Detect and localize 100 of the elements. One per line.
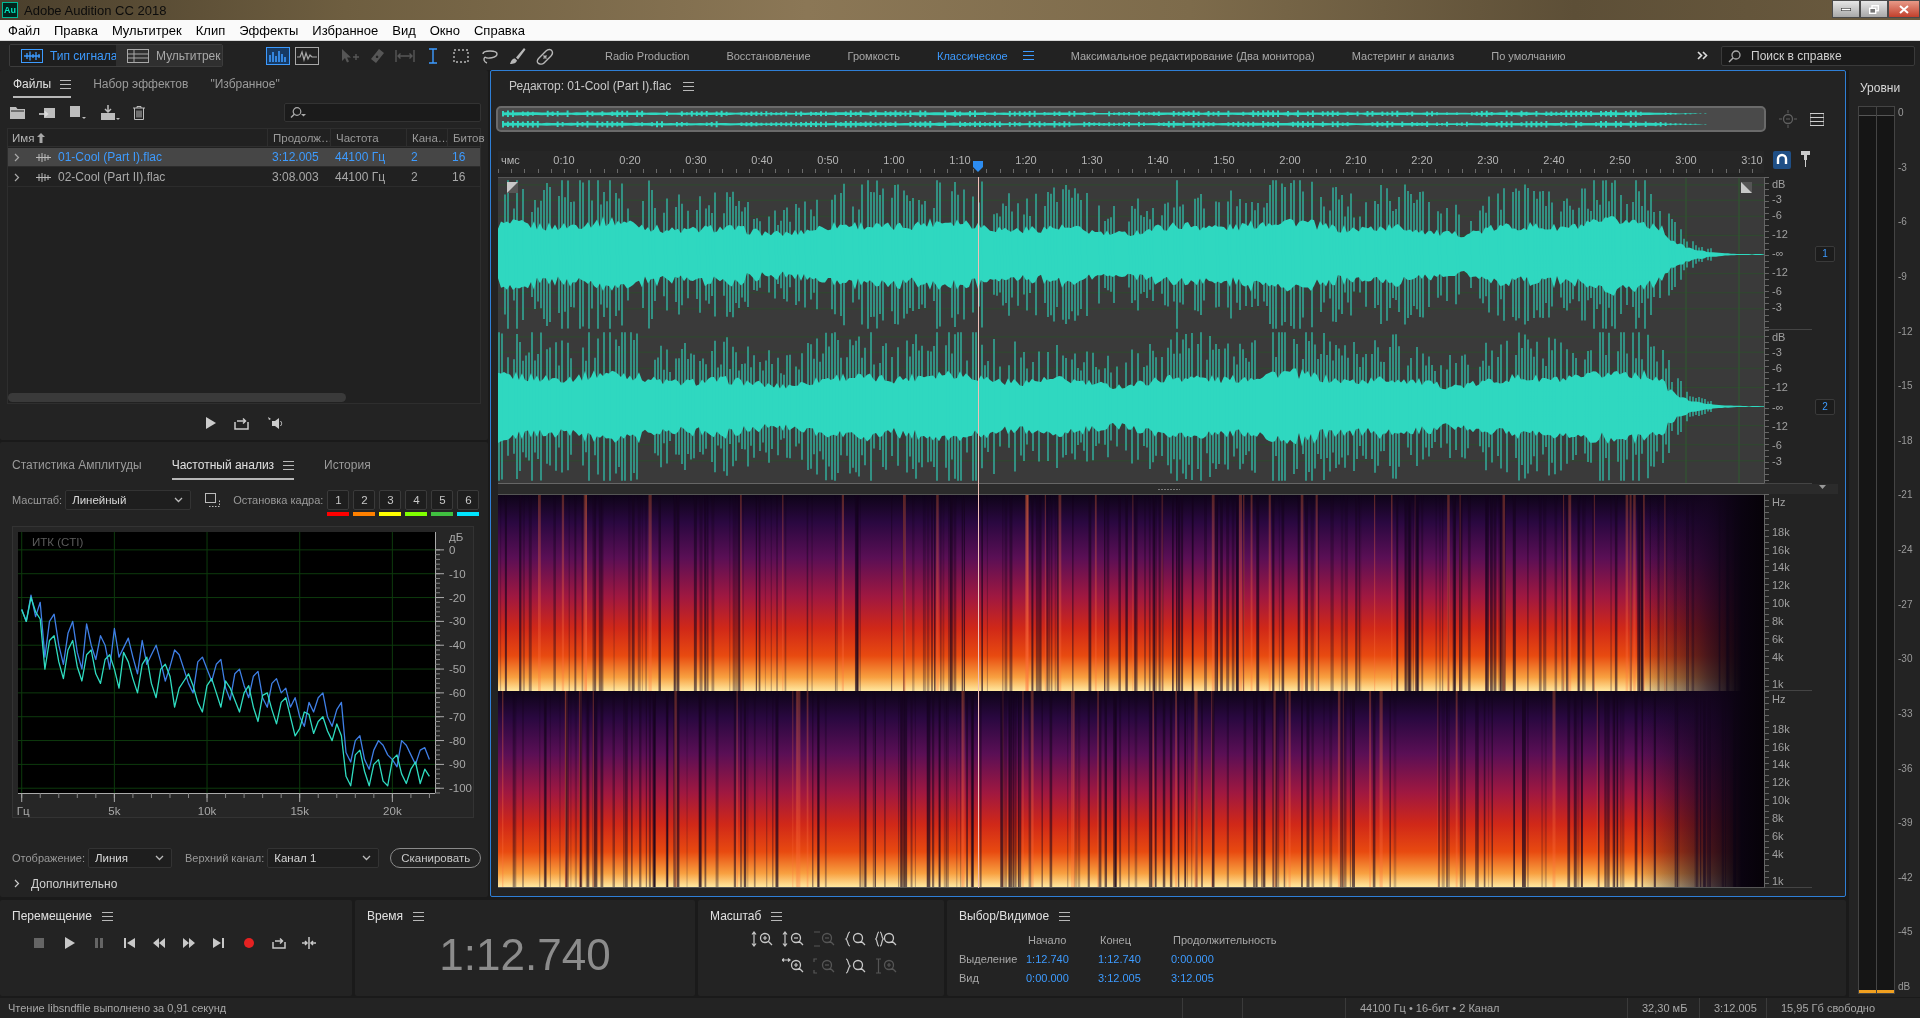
playhead-handle[interactable] <box>973 161 983 172</box>
time-value[interactable]: 1:12.740 <box>1098 952 1171 965</box>
pin-icon[interactable] <box>1801 151 1810 167</box>
tray-out-arrow-icon[interactable] <box>272 937 286 949</box>
waveform-view-icon[interactable] <box>295 46 319 65</box>
skip-back-icon[interactable] <box>122 937 136 949</box>
speaker-icon[interactable] <box>266 416 284 430</box>
workspace-tab[interactable]: Громкость <box>847 49 900 62</box>
search-field[interactable] <box>284 103 481 122</box>
panel-tab[interactable]: Набор эффектов <box>93 70 189 98</box>
double-chevron-icon[interactable] <box>1697 51 1708 60</box>
time-value[interactable]: 0:00.000 <box>1171 952 1846 965</box>
panel-tab[interactable]: Файлы <box>13 70 72 98</box>
dotted-square-icon[interactable] <box>205 493 221 508</box>
workspace-tab[interactable]: Radio Production <box>605 49 690 62</box>
menu-item[interactable]: Эффекты <box>232 22 306 38</box>
menu-item[interactable]: Окно <box>422 22 467 38</box>
zoom-icon[interactable] <box>875 931 897 947</box>
scale-dropdown[interactable]: Линейный <box>65 490 192 510</box>
overview-bar[interactable] <box>496 106 1766 132</box>
panel-tab[interactable]: Статистика Амплитуды <box>12 450 142 480</box>
spectrum-view-icon[interactable] <box>266 46 290 65</box>
time-value[interactable]: 1:12.740 <box>1026 952 1098 965</box>
mode-tab[interactable]: Мультитрек <box>116 45 222 66</box>
menu-icon[interactable] <box>102 911 113 921</box>
time-value[interactable]: 3:12.005 <box>1098 971 1171 984</box>
document-icon[interactable] <box>69 105 87 120</box>
menu-icon[interactable] <box>683 81 695 91</box>
fade-handle[interactable] <box>507 182 518 193</box>
menu-item[interactable]: Справка <box>466 22 532 38</box>
import-icon[interactable] <box>39 105 56 120</box>
file-row[interactable]: 02-Cool (Part II).flac 3:08.003 44100 Гц 2 16 <box>8 168 480 187</box>
freeze-frame-button[interactable]: 1 <box>327 490 350 510</box>
skip-forward-icon[interactable] <box>212 937 226 949</box>
brush-icon[interactable] <box>507 46 527 65</box>
expand-chevron-icon[interactable] <box>14 152 20 162</box>
menu-icon[interactable] <box>771 911 783 921</box>
menu-item[interactable]: Файл <box>1 22 47 38</box>
resize-grip-icon[interactable] <box>1158 487 1180 491</box>
dashed-rectangle-icon[interactable] <box>451 46 471 65</box>
zoom-icon[interactable] <box>844 931 866 947</box>
panel-tab[interactable]: Частотный анализ <box>171 450 295 480</box>
zoom-icon[interactable] <box>844 958 866 974</box>
freeze-frame-button[interactable]: 5 <box>431 490 454 510</box>
arrows-to-line-icon[interactable] <box>302 937 316 949</box>
expand-chevron-icon[interactable] <box>14 172 20 182</box>
record-icon[interactable] <box>242 937 256 949</box>
caret-icon[interactable] <box>1819 485 1826 489</box>
column-header[interactable]: Частота <box>330 129 406 146</box>
play-icon[interactable] <box>62 937 76 949</box>
menu-item[interactable]: Мультитрек <box>104 22 189 38</box>
time-value[interactable]: 0:00.000 <box>1026 971 1098 984</box>
mode-tab[interactable]: Тип сигнала <box>10 45 116 66</box>
help-search-field[interactable]: Поиск в справке <box>1721 45 1915 66</box>
close-button[interactable] <box>1888 0 1920 18</box>
tray-out-arrow-icon[interactable] <box>233 416 249 430</box>
column-header[interactable]: Имя <box>8 129 267 146</box>
freeze-frame-button[interactable]: 2 <box>353 490 376 510</box>
menu-icon[interactable] <box>1022 51 1034 60</box>
freeze-frame-button[interactable]: 4 <box>405 490 428 510</box>
restore-button[interactable] <box>1860 0 1888 18</box>
fade-handle[interactable] <box>1741 182 1752 193</box>
rewind-icon[interactable] <box>152 937 166 949</box>
display-dropdown[interactable]: Линия <box>88 848 172 868</box>
horizontal-scrollbar[interactable] <box>8 393 346 402</box>
workspace-tab[interactable]: По умолчанию <box>1491 49 1566 62</box>
minimize-button[interactable] <box>1832 0 1860 18</box>
bandage-icon[interactable] <box>535 46 555 65</box>
workspace-tab[interactable]: Максимальное редактирование (Два монитора) <box>1070 49 1315 62</box>
advanced-toggle[interactable]: Дополнительно <box>12 876 488 891</box>
menu-item[interactable]: Избранное <box>305 22 386 38</box>
tray-arrow-icon[interactable] <box>100 104 120 121</box>
workspace-tab[interactable]: Восстановление <box>726 49 811 62</box>
menu-icon[interactable] <box>60 79 72 89</box>
zoom-in-icon[interactable] <box>751 931 773 947</box>
magnet-icon[interactable] <box>1773 151 1791 169</box>
zoom-out-icon[interactable] <box>782 931 804 947</box>
channel-badge[interactable]: 1 <box>1815 245 1835 262</box>
channel-badge[interactable]: 2 <box>1815 399 1835 415</box>
freeze-frame-button[interactable]: 6 <box>457 490 480 510</box>
workspace-tab[interactable]: Мастеринг и анализ <box>1351 49 1455 62</box>
freeze-frame-button[interactable]: 3 <box>379 490 402 510</box>
fast-forward-icon[interactable] <box>182 937 196 949</box>
workspace-tab[interactable]: Классическое <box>937 49 1008 62</box>
channel-dropdown[interactable]: Канал 1 <box>267 848 380 868</box>
panel-tab[interactable]: "Избранное" <box>210 70 280 98</box>
column-header[interactable]: Кана… <box>406 129 447 146</box>
time-value[interactable]: 3:12.005 <box>1171 971 1846 984</box>
menu-icon[interactable] <box>1059 911 1071 921</box>
folder-icon[interactable] <box>10 105 26 120</box>
zoom-in-icon[interactable] <box>782 958 804 974</box>
menu-item[interactable]: Правка <box>46 22 105 38</box>
play-icon[interactable] <box>204 417 216 429</box>
panel-tab[interactable]: История <box>324 450 371 480</box>
menu-icon[interactable] <box>413 911 425 921</box>
trash-icon[interactable] <box>133 105 145 120</box>
menu-icon[interactable] <box>283 460 295 470</box>
menu-item[interactable]: Вид <box>385 22 423 38</box>
menu-item[interactable]: Клип <box>188 22 233 38</box>
list-icon[interactable] <box>1810 112 1824 126</box>
